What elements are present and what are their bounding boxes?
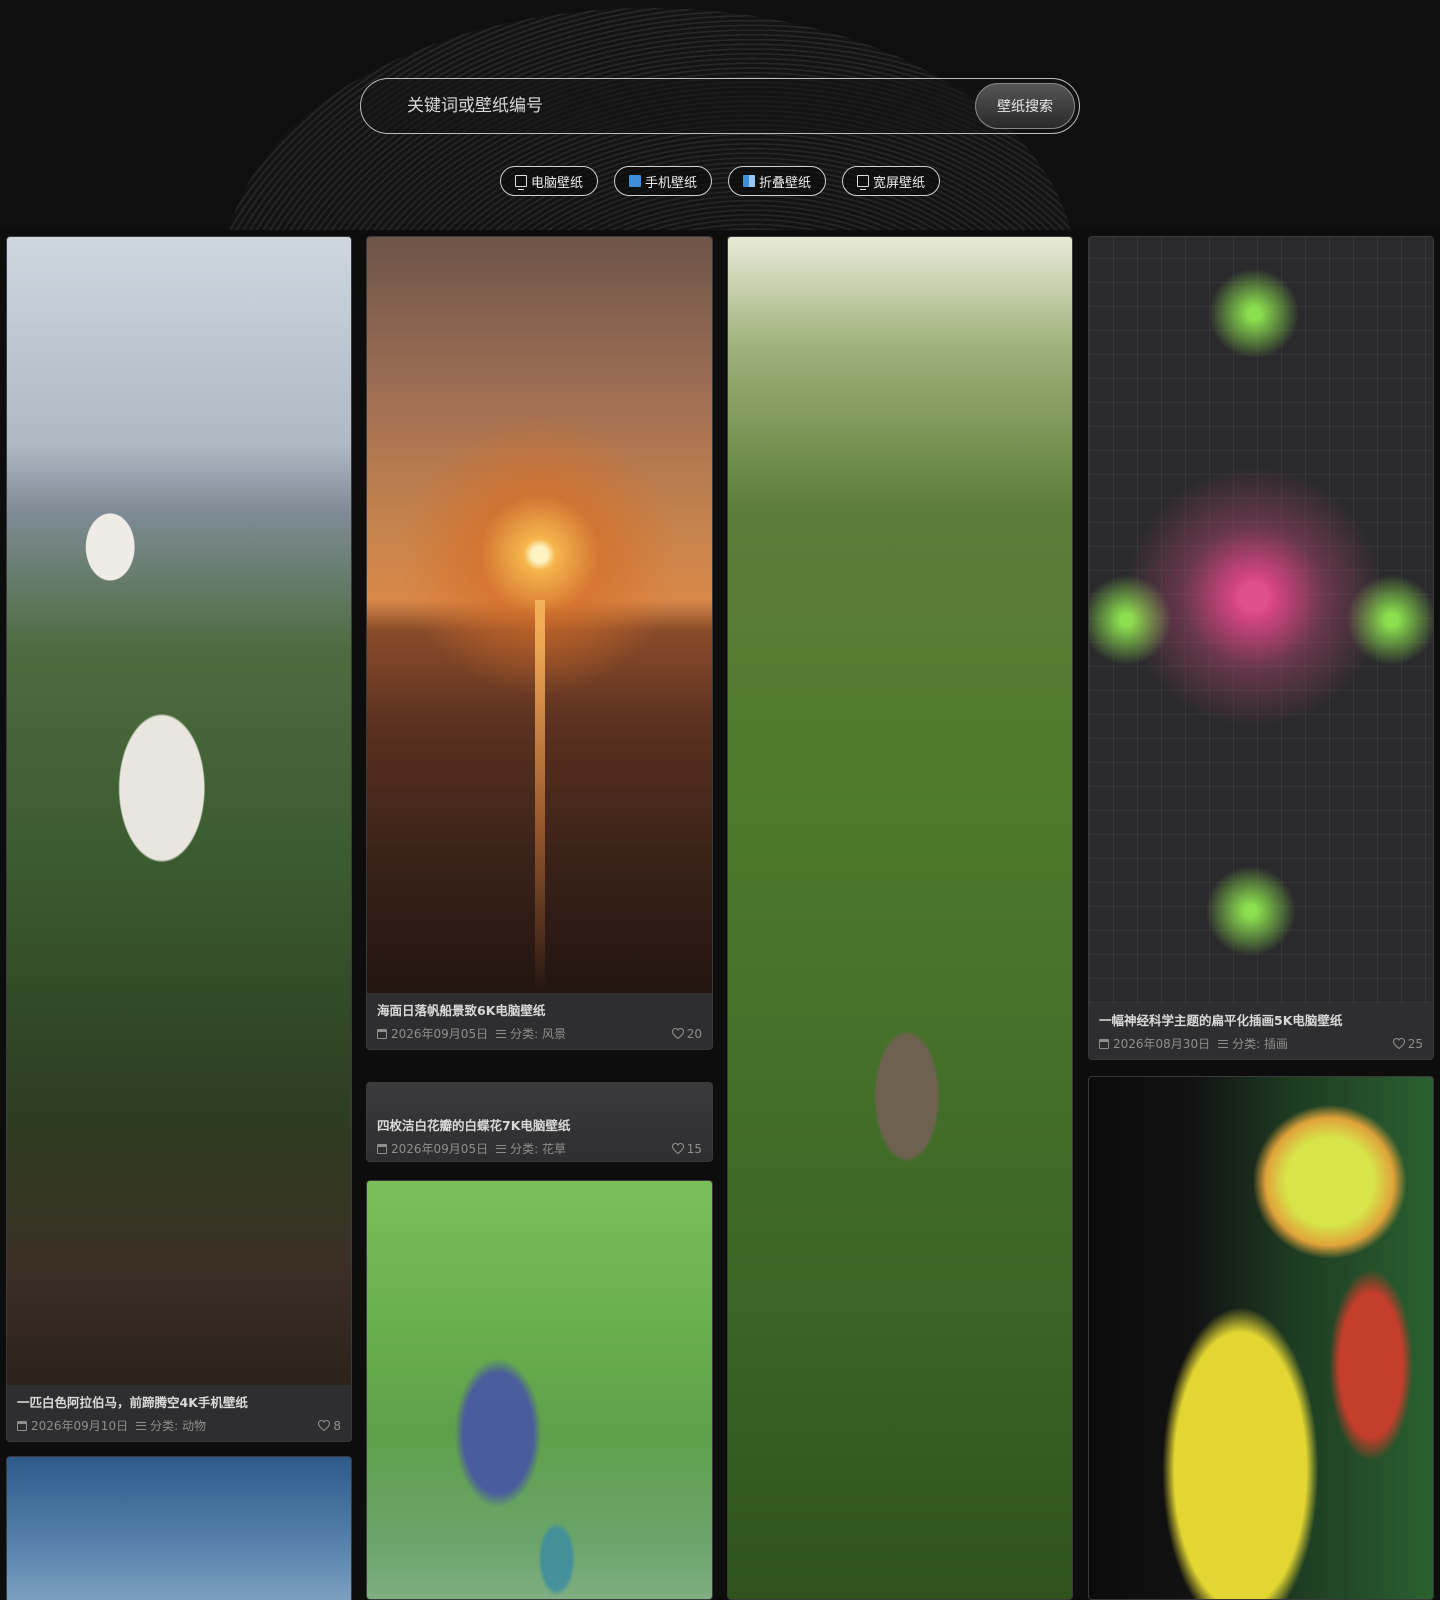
- card-date: 2026年09月05日: [391, 1027, 489, 1041]
- card-category[interactable]: 分类: 风景: [510, 1025, 566, 1042]
- wallpaper-card[interactable]: 海面日落帆船景致6K电脑壁纸 2026年09月05日 分类: 风景 20: [366, 236, 713, 1050]
- category-label: 电脑壁纸: [530, 175, 583, 191]
- like-count[interactable]: 15: [671, 1141, 702, 1156]
- list-icon: [496, 1144, 507, 1153]
- category-nav: 电脑壁纸 手机壁纸 折叠壁纸 宽屏壁纸: [0, 166, 1440, 196]
- category-label: 手机壁纸: [644, 175, 697, 191]
- like-number: 15: [686, 1141, 702, 1156]
- card-category[interactable]: 分类: 花草: [510, 1140, 566, 1157]
- wallpaper-thumbnail[interactable]: [1089, 237, 1433, 1003]
- category-fold-wallpaper[interactable]: 折叠壁纸: [728, 166, 827, 196]
- card-meta: 2026年09月05日 分类: 花草 15: [377, 1140, 702, 1157]
- wallpaper-card[interactable]: 四枚洁白花瓣的白蝶花7K电脑壁纸 2026年09月05日 分类: 花草 15: [366, 1082, 713, 1162]
- calendar-icon: [377, 1143, 387, 1154]
- heart-icon: [1392, 1038, 1405, 1049]
- card-info: 一幅神经科学主题的扁平化插画5K电脑壁纸 2026年08月30日 分类: 插画 …: [1089, 1003, 1433, 1059]
- wallpaper-card[interactable]: [1088, 1076, 1434, 1600]
- wallpaper-grid: 一匹白色阿拉伯马，前蹄腾空4K手机壁纸 2026年09月10日 分类: 动物 8…: [0, 230, 1440, 1600]
- card-meta: 2026年09月10日 分类: 动物 8: [17, 1417, 341, 1434]
- like-number: 25: [1407, 1036, 1423, 1051]
- card-info: 海面日落帆船景致6K电脑壁纸 2026年09月05日 分类: 风景 20: [367, 993, 712, 1049]
- calendar-icon: [17, 1420, 27, 1431]
- list-icon: [1218, 1039, 1229, 1048]
- card-meta: 2026年09月05日 分类: 风景 20: [377, 1025, 702, 1042]
- card-info: 一匹白色阿拉伯马，前蹄腾空4K手机壁纸 2026年09月10日 分类: 动物 8: [7, 1385, 351, 1441]
- list-icon: [136, 1421, 147, 1430]
- card-date: 2026年09月05日: [391, 1142, 489, 1156]
- like-count[interactable]: 8: [318, 1419, 341, 1433]
- list-icon: [496, 1029, 507, 1038]
- like-count[interactable]: 25: [1392, 1036, 1423, 1051]
- search-button[interactable]: 壁纸搜索: [975, 83, 1075, 129]
- card-title[interactable]: 一匹白色阿拉伯马，前蹄腾空4K手机壁纸: [17, 1392, 341, 1411]
- phone-icon: [628, 175, 641, 187]
- card-title[interactable]: 四枚洁白花瓣的白蝶花7K电脑壁纸: [377, 1115, 702, 1134]
- wallpaper-thumbnail[interactable]: [1089, 1077, 1433, 1599]
- category-label: 宽屏壁纸: [873, 175, 926, 191]
- card-info: 四枚洁白花瓣的白蝶花7K电脑壁纸 2026年09月05日 分类: 花草 15: [367, 1083, 712, 1161]
- heart-icon: [671, 1028, 684, 1039]
- wallpaper-thumbnail[interactable]: [7, 237, 351, 1385]
- card-date: 2026年09月10日: [31, 1419, 129, 1433]
- category-widescreen-wallpaper[interactable]: 宽屏壁纸: [842, 166, 941, 196]
- wallpaper-card[interactable]: [6, 1456, 352, 1600]
- card-category[interactable]: 分类: 插画: [1232, 1035, 1288, 1052]
- wallpaper-thumbnail[interactable]: [728, 237, 1072, 1599]
- wallpaper-thumbnail[interactable]: [367, 237, 712, 993]
- search-bar: 壁纸搜索: [360, 78, 1080, 134]
- heart-icon: [318, 1420, 331, 1431]
- fold-phone-icon: [743, 175, 755, 187]
- category-phone-wallpaper[interactable]: 手机壁纸: [613, 166, 712, 196]
- calendar-icon: [1099, 1038, 1109, 1049]
- calendar-icon: [377, 1028, 387, 1039]
- heart-icon: [671, 1143, 684, 1154]
- card-category[interactable]: 分类: 动物: [150, 1417, 206, 1434]
- monitor-icon: [514, 175, 527, 190]
- card-date: 2026年08月30日: [1113, 1037, 1211, 1051]
- like-number: 20: [686, 1026, 702, 1041]
- wallpaper-card[interactable]: 一幅神经科学主题的扁平化插画5K电脑壁纸 2026年08月30日 分类: 插画 …: [1088, 236, 1434, 1060]
- card-meta: 2026年08月30日 分类: 插画 25: [1099, 1035, 1423, 1052]
- category-label: 折叠壁纸: [759, 175, 812, 191]
- category-pc-wallpaper[interactable]: 电脑壁纸: [499, 166, 598, 196]
- wallpaper-thumbnail[interactable]: [7, 1457, 351, 1600]
- card-title[interactable]: 一幅神经科学主题的扁平化插画5K电脑壁纸: [1099, 1010, 1423, 1029]
- like-number: 8: [333, 1418, 341, 1433]
- like-count[interactable]: 20: [671, 1026, 702, 1041]
- wallpaper-thumbnail[interactable]: [367, 1181, 712, 1599]
- wallpaper-card[interactable]: 一匹白色阿拉伯马，前蹄腾空4K手机壁纸 2026年09月10日 分类: 动物 8: [6, 236, 352, 1442]
- card-title[interactable]: 海面日落帆船景致6K电脑壁纸: [377, 1000, 702, 1019]
- widescreen-icon: [857, 175, 870, 190]
- hero-header: 壁纸搜索 电脑壁纸 手机壁纸 折叠壁纸 宽屏壁纸: [0, 0, 1440, 230]
- wallpaper-card[interactable]: [727, 236, 1073, 1600]
- wallpaper-card[interactable]: [366, 1180, 713, 1600]
